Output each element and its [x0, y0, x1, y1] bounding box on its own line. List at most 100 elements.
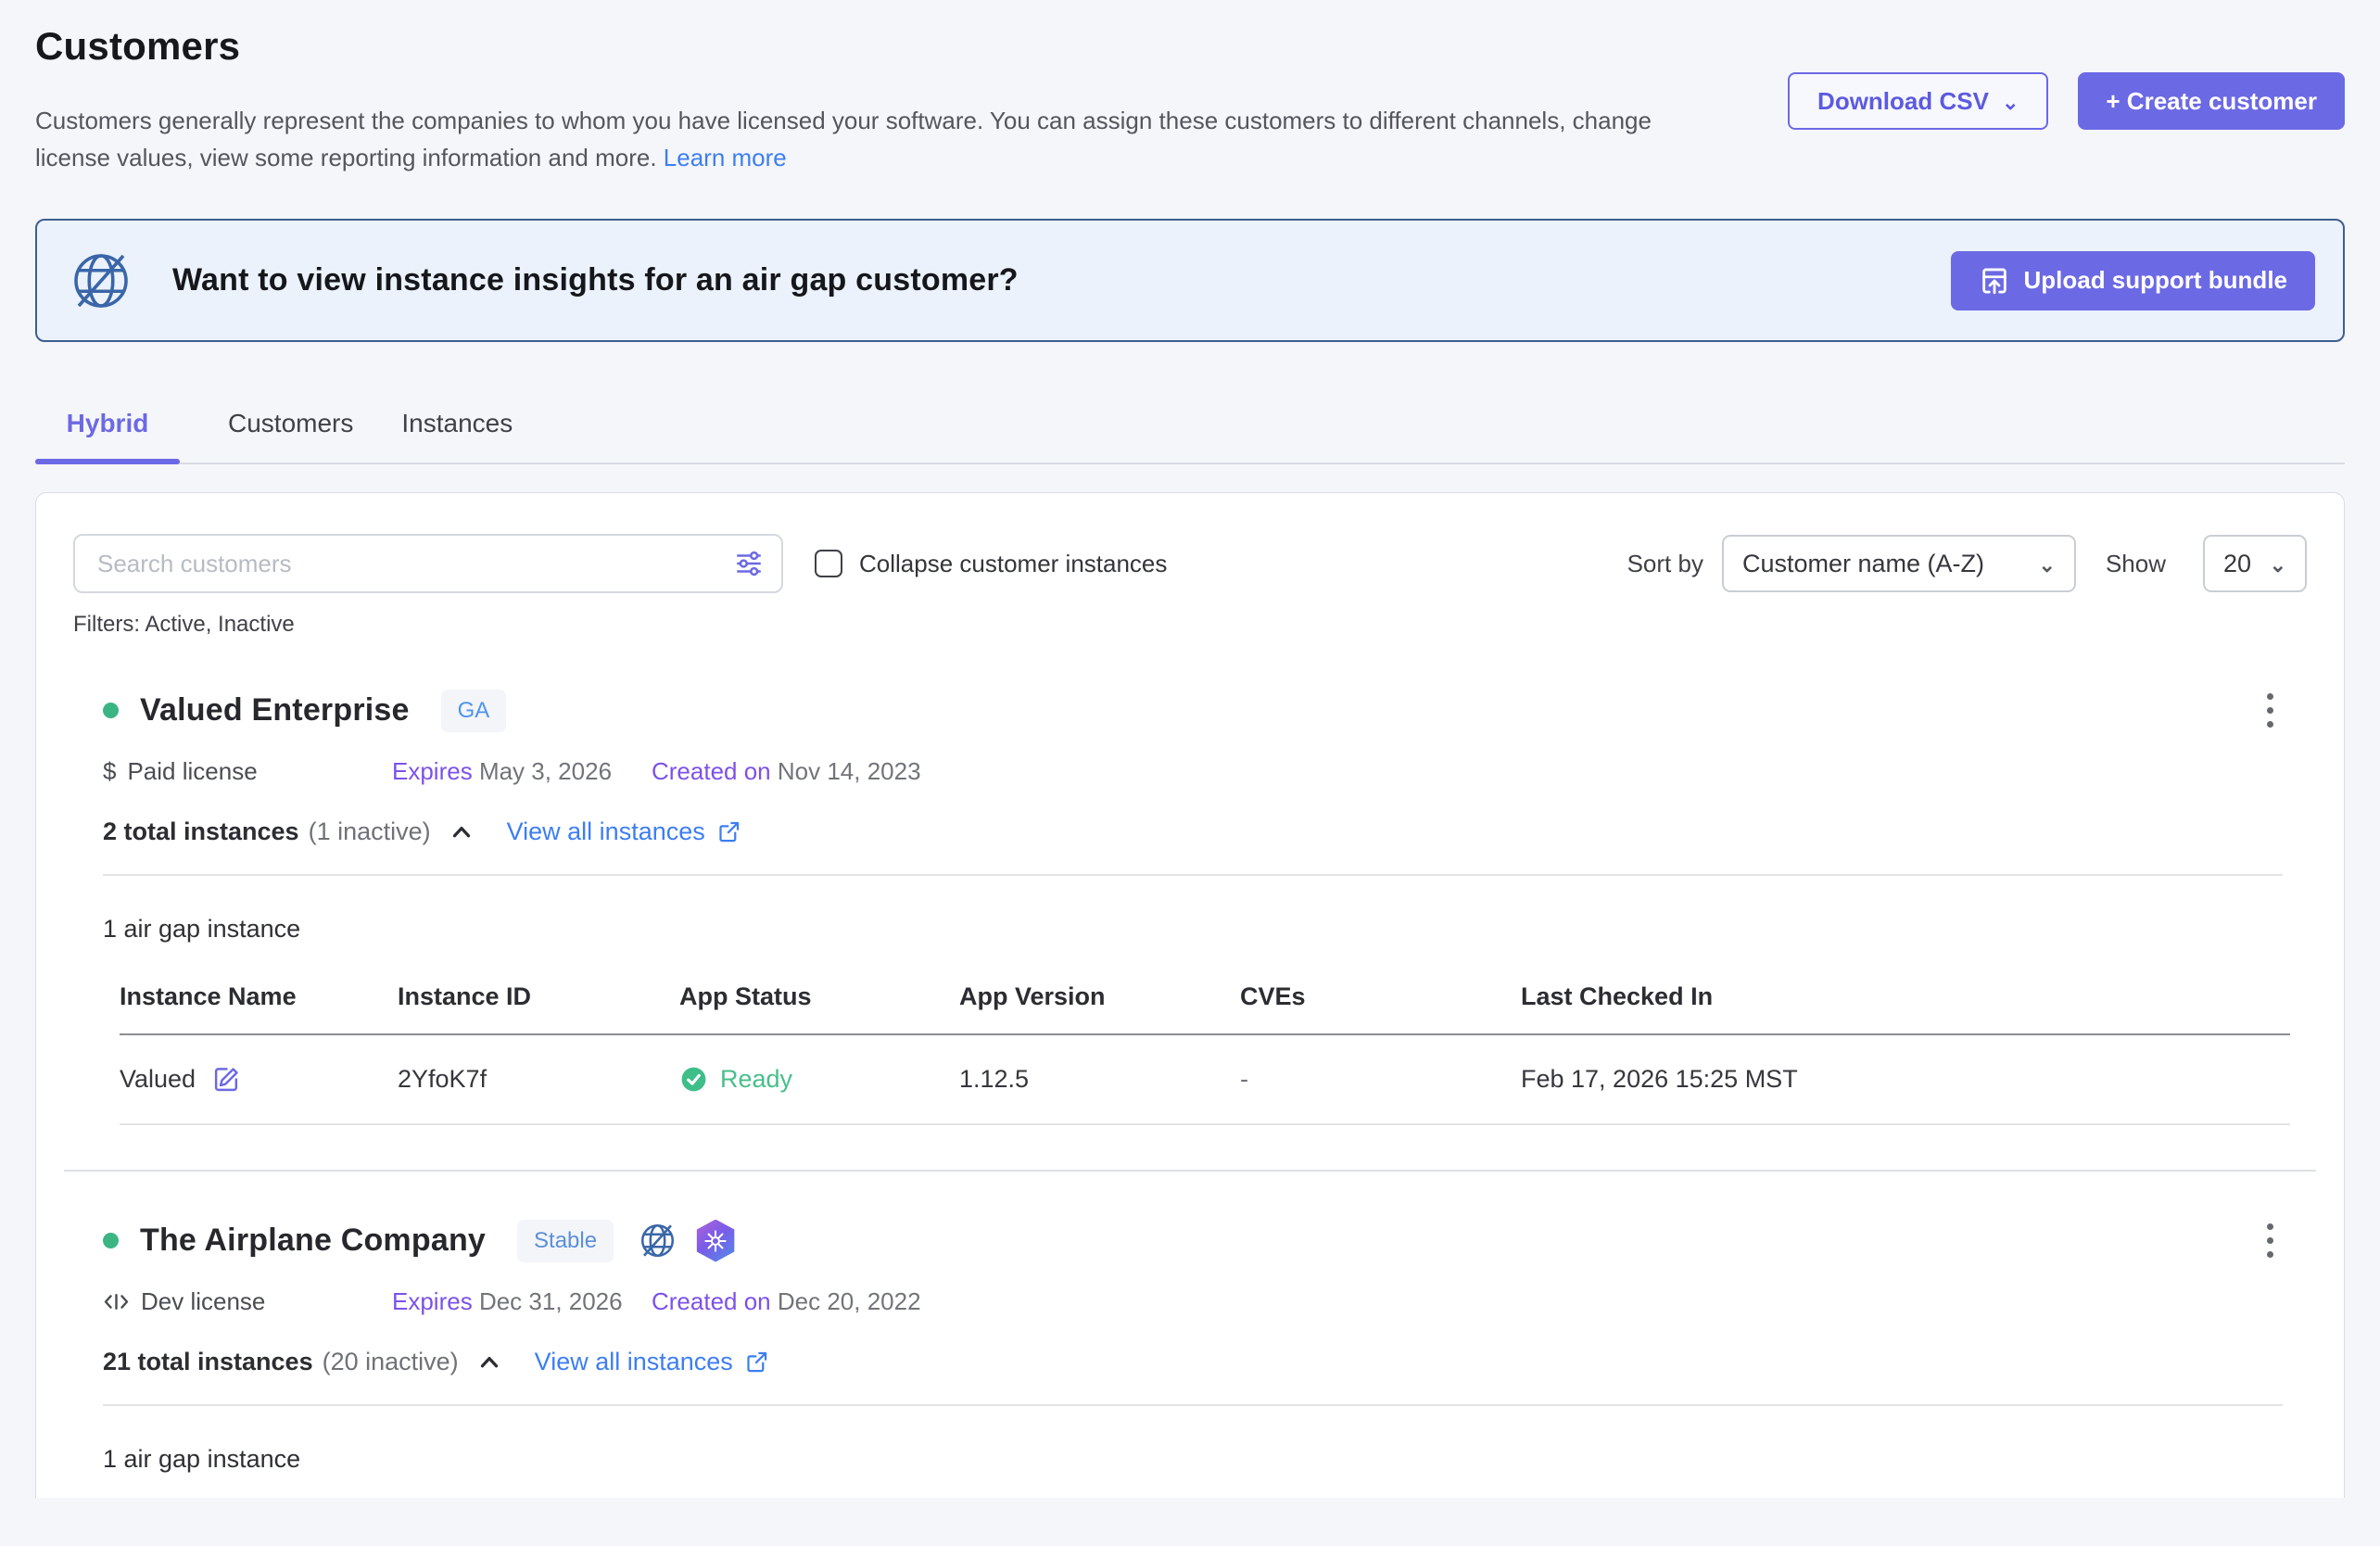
customer-valued-enterprise: Valued Enterprise GA $ Paid license Expi…	[103, 688, 2283, 1125]
col-instance-id: Instance ID	[398, 969, 679, 1034]
collapse-instances-label: Collapse customer instances	[859, 550, 1167, 578]
customers-page: Customers Customers generally represent …	[0, 0, 2380, 1546]
upload-icon	[1979, 265, 2010, 297]
expires: Expires May 3, 2026	[392, 757, 652, 786]
view-all-instances-label: View all instances	[507, 817, 705, 846]
created-on-label: Created on	[652, 1287, 771, 1315]
customer-name[interactable]: Valued Enterprise	[140, 692, 410, 729]
created-on: Created on Dec 20, 2022	[652, 1287, 921, 1316]
instances-inactive: (20 inactive)	[323, 1348, 459, 1376]
page-title: Customers	[35, 24, 1694, 69]
show-select[interactable]: 20 ⌄	[2203, 535, 2307, 592]
channel-badge: Stable	[517, 1220, 614, 1262]
instances-table: Instance Name Instance ID App Status App…	[120, 969, 2290, 1125]
created-on-label: Created on	[652, 757, 771, 785]
last-checked-in-value: Feb 17, 2026 15:25 MST	[1521, 1034, 2290, 1124]
sort-by-value: Customer name (A-Z)	[1742, 550, 1984, 578]
external-link-icon	[716, 819, 741, 844]
divider	[103, 874, 2283, 876]
airgap-banner: Want to view instance insights for an ai…	[35, 219, 2345, 342]
expires: Expires Dec 31, 2026	[392, 1287, 652, 1316]
view-all-instances-link[interactable]: View all instances	[507, 817, 741, 846]
upload-support-bundle-button[interactable]: Upload support bundle	[1951, 251, 2315, 310]
cves-value: -	[1240, 1034, 1521, 1124]
airgap-banner-title: Want to view instance insights for an ai…	[172, 262, 1019, 298]
download-csv-label: Download CSV	[1817, 87, 1989, 116]
learn-more-link[interactable]: Learn more	[664, 144, 787, 171]
code-icon	[103, 1288, 130, 1315]
created-on: Created on Nov 14, 2023	[652, 757, 921, 786]
table-row: Valued 2YfoK7f	[120, 1034, 2290, 1124]
customer-type-icons	[636, 1219, 737, 1262]
instance-name-cell: Valued	[120, 1065, 398, 1094]
external-link-icon	[744, 1350, 769, 1375]
customer-header: Valued Enterprise GA	[103, 688, 2283, 733]
instance-id-value: 2YfoK7f	[398, 1034, 679, 1124]
airgap-globe-icon	[65, 245, 137, 317]
col-instance-name: Instance Name	[120, 969, 398, 1034]
customer-meta: Dev license Expires Dec 31, 2026 Created…	[103, 1287, 2283, 1316]
toolbar: Collapse customer instances Sort by Cust…	[73, 534, 2307, 593]
chevron-down-icon: ⌄	[2039, 555, 2056, 576]
col-last-checked-in: Last Checked In	[1521, 969, 2290, 1034]
customer-name[interactable]: The Airplane Company	[140, 1223, 486, 1259]
expires-value: Dec 31, 2026	[479, 1287, 623, 1315]
col-app-version: App Version	[959, 969, 1240, 1034]
create-customer-button[interactable]: + Create customer	[2078, 72, 2345, 130]
chevron-down-icon: ⌄	[2002, 93, 2019, 113]
create-customer-label: + Create customer	[2106, 87, 2317, 116]
tab-bar: Hybrid Customers Instances	[35, 409, 2345, 464]
kubernetes-icon	[694, 1220, 737, 1262]
tab-instances[interactable]: Instances	[401, 409, 513, 463]
show-label: Show	[2106, 550, 2166, 578]
header-text: Customers Customers generally represent …	[35, 24, 1694, 176]
airgap-instances-heading: 1 air gap instance	[103, 915, 2283, 944]
instances-summary: 2 total instances (1 inactive) View all …	[103, 817, 2283, 846]
airgap-globe-icon	[636, 1219, 679, 1262]
active-status-dot	[103, 1233, 119, 1248]
airgap-instances-heading: 1 air gap instance	[103, 1445, 2283, 1474]
col-app-status: App Status	[679, 969, 959, 1034]
customer-header: The Airplane Company Stable	[103, 1218, 2283, 1263]
tab-customers[interactable]: Customers	[228, 409, 353, 463]
customers-card: Collapse customer instances Sort by Cust…	[35, 492, 2345, 1498]
chevron-down-icon: ⌄	[2270, 555, 2286, 576]
license-type: $ Paid license	[103, 757, 392, 786]
license-type-label: Paid license	[127, 757, 257, 786]
collapse-section-button[interactable]	[475, 1349, 503, 1376]
app-status-value: Ready	[720, 1065, 792, 1094]
page-description: Customers generally represent the compan…	[35, 102, 1694, 176]
chevron-up-icon	[448, 818, 475, 846]
search-input[interactable]	[73, 534, 783, 593]
tab-hybrid[interactable]: Hybrid	[35, 409, 180, 463]
channel-badge: GA	[441, 690, 507, 732]
created-on-value: Dec 20, 2022	[778, 1287, 921, 1315]
collapse-section-button[interactable]	[448, 818, 475, 846]
collapse-instances-control[interactable]: Collapse customer instances	[815, 550, 1167, 578]
license-type: Dev license	[103, 1287, 392, 1316]
table-header-row: Instance Name Instance ID App Status App…	[120, 969, 2290, 1034]
page-description-text: Customers generally represent the compan…	[35, 107, 1652, 171]
filter-sliders-icon[interactable]	[733, 548, 765, 579]
chevron-up-icon	[475, 1349, 503, 1376]
col-cves: CVEs	[1240, 969, 1521, 1034]
upload-support-bundle-label: Upload support bundle	[2023, 266, 2287, 295]
app-status-cell: Ready	[679, 1065, 959, 1094]
view-all-instances-link[interactable]: View all instances	[535, 1348, 769, 1376]
sort-by-select[interactable]: Customer name (A-Z) ⌄	[1722, 535, 2076, 592]
instance-name-value: Valued	[120, 1065, 196, 1094]
instances-total: 2 total instances	[103, 817, 299, 846]
kebab-menu-button[interactable]	[2258, 1218, 2283, 1263]
customer-meta: $ Paid license Expires May 3, 2026 Creat…	[103, 757, 2283, 786]
customer-the-airplane-company: The Airplane Company Stable	[103, 1218, 2283, 1498]
download-csv-button[interactable]: Download CSV ⌄	[1788, 72, 2048, 130]
divider	[103, 1404, 2283, 1406]
edit-icon[interactable]	[212, 1065, 241, 1094]
show-value: 20	[2223, 550, 2251, 578]
app-version-value: 1.12.5	[959, 1034, 1240, 1124]
collapse-instances-checkbox[interactable]	[815, 550, 842, 577]
active-status-dot	[103, 703, 119, 718]
expires-label: Expires	[392, 1287, 473, 1315]
created-on-value: Nov 14, 2023	[778, 757, 921, 785]
kebab-menu-button[interactable]	[2258, 688, 2283, 733]
